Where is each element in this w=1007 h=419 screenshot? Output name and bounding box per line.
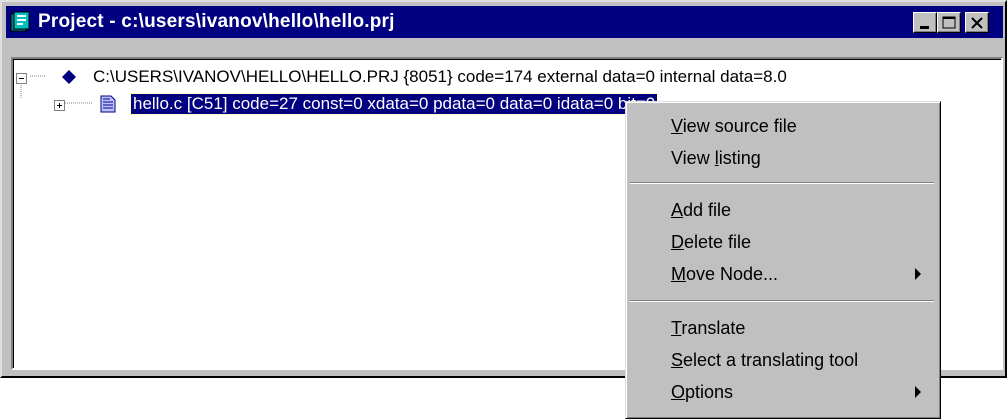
tree-node-file-selected[interactable]: hello.c [C51] code=27 const=0 xdata=0 pd…	[129, 93, 659, 115]
menu-item-move-node[interactable]: Move Node...	[629, 258, 935, 290]
submenu-arrow-icon	[915, 268, 921, 280]
project-icon[interactable]	[10, 11, 32, 33]
maximize-button[interactable]	[937, 12, 961, 33]
title-bar[interactable]: Project - c:\users\ivanov\hello\hello.pr…	[6, 6, 1003, 38]
menu-item-label: Translate	[671, 318, 746, 338]
menu-item-label: Select a translating tool	[671, 350, 859, 370]
menu-item-options[interactable]: Options	[629, 376, 935, 408]
expand-toggle-file[interactable]	[54, 98, 65, 116]
menu-separator	[630, 300, 934, 302]
tree-node-project[interactable]: C:\USERS\IVANOV\HELLO\HELLO.PRJ {8051} c…	[93, 67, 787, 87]
menu-item-label: View source file	[671, 116, 797, 136]
menu-item-label: Options	[671, 382, 734, 402]
menu-item-select-translating-tool[interactable]: Select a translating tool	[629, 344, 935, 376]
menu-item-label: Add file	[671, 200, 732, 220]
menu-item-delete-file[interactable]: Delete file	[629, 226, 935, 258]
menu-item-translate[interactable]: Translate	[629, 312, 935, 344]
menu-item-label: Delete file	[671, 232, 752, 252]
menu-separator	[630, 182, 934, 184]
minimize-button[interactable]	[913, 12, 937, 33]
close-button[interactable]	[965, 12, 989, 33]
window-title: Project - c:\users\ivanov\hello\hello.pr…	[38, 11, 395, 32]
menu-item-label: Move Node...	[671, 264, 779, 284]
project-node-icon	[61, 69, 77, 90]
context-menu: View source file View listing Add file D…	[625, 101, 941, 419]
collapse-toggle-root[interactable]	[16, 71, 27, 89]
submenu-arrow-icon	[915, 386, 921, 398]
menu-item-view-source-file[interactable]: View source file	[629, 110, 935, 142]
source-file-icon	[99, 95, 117, 118]
menu-item-label: View listing	[671, 148, 761, 168]
menu-item-view-listing[interactable]: View listing	[629, 142, 935, 174]
menu-item-add-file[interactable]: Add file	[629, 194, 935, 226]
